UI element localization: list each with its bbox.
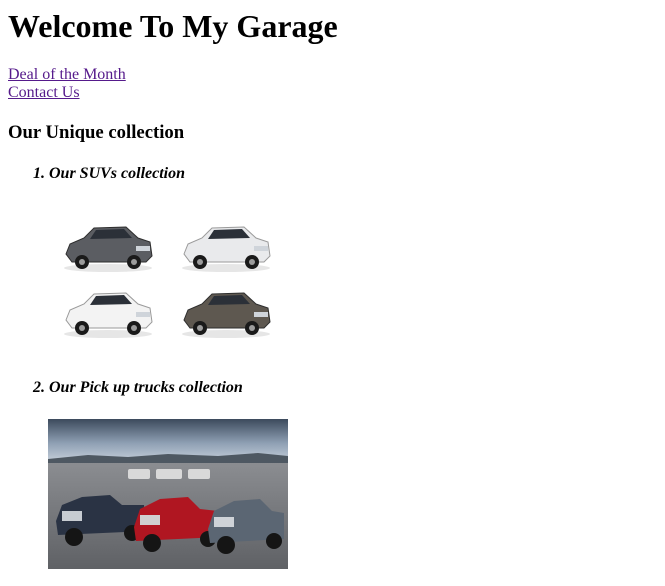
deal-of-the-month-link[interactable]: Deal of the Month — [8, 66, 126, 84]
page-title: Welcome To My Garage — [8, 8, 338, 44]
pickup-trucks-image — [48, 419, 288, 569]
page: Welcome To My Garage Deal of the Month C… — [0, 0, 665, 586]
suv-icon — [182, 292, 271, 338]
suv-image-2 — [178, 218, 274, 274]
suv-collection-heading: 1. Our SUVs collection — [33, 165, 186, 182]
suv-image-4 — [178, 284, 274, 340]
suv-icon — [64, 226, 153, 272]
suv-image-1 — [60, 218, 156, 274]
suv-image-3 — [60, 284, 156, 340]
contact-us-link[interactable]: Contact Us — [8, 84, 126, 102]
nav-links: Deal of the Month Contact Us — [8, 66, 126, 102]
collection-heading: Our Unique collection — [8, 122, 185, 143]
suv-icon — [182, 226, 271, 272]
suv-icon — [64, 292, 153, 338]
pickup-collection-heading: 2. Our Pick up trucks collection — [33, 379, 243, 396]
